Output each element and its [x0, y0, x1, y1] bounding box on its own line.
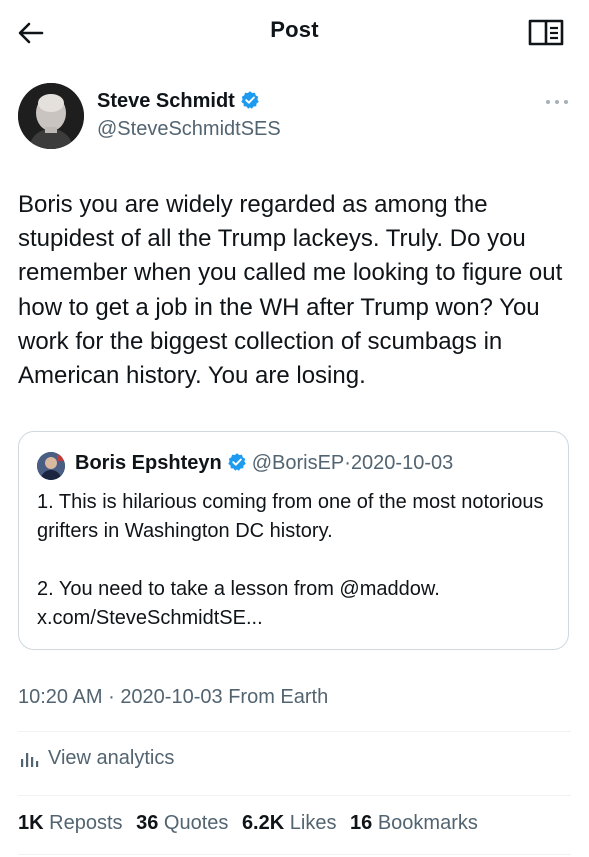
avatar[interactable]	[18, 83, 84, 149]
quote-paragraph-1: 1. This is hilarious coming from one of …	[37, 491, 544, 542]
likes-label: Likes	[289, 812, 337, 834]
open-book-icon	[528, 19, 564, 46]
page-title: Post	[270, 17, 319, 42]
bookmarks-stat[interactable]: 16 Bookmarks	[350, 812, 478, 834]
avatar-image	[18, 83, 84, 149]
divider	[18, 854, 571, 855]
timestamp-separator: ·	[108, 686, 115, 708]
quoted-post-card[interactable]: Boris Epshteyn @BorisEP·2020-10-03 1. Th…	[18, 431, 569, 650]
post-time-link[interactable]: 10:20 AM · 2020-10-03	[18, 686, 223, 708]
divider	[18, 795, 571, 796]
tweet-text: Boris you are widely regarded as among t…	[18, 191, 563, 390]
author-handle[interactable]: @SteveSchmidtSES	[97, 118, 281, 141]
quote-header: Boris Epshteyn @BorisEP·2020-10-03	[75, 452, 453, 475]
quote-avatar	[37, 452, 65, 480]
reposts-label: Reposts	[49, 812, 123, 834]
reposts-count: 1K	[18, 812, 44, 834]
post-time: 10:20 AM	[18, 686, 103, 708]
likes-count: 6.2K	[241, 812, 285, 834]
quotes-stat[interactable]: 36 Quotes	[136, 812, 228, 834]
quote-body: 1. This is hilarious coming from one of …	[37, 488, 552, 633]
verified-badge-icon	[227, 453, 246, 471]
post-timestamp: 10:20 AM · 2020-10-03 From Earth	[18, 686, 328, 709]
reader-mode-button[interactable]	[527, 16, 565, 50]
author-name-text: Steve Schmidt	[97, 90, 235, 112]
more-button[interactable]	[542, 90, 572, 114]
reposts-stat[interactable]: 1K Reposts	[18, 812, 123, 834]
quote-date: 2020-10-03	[350, 452, 454, 474]
quotes-label: Quotes	[163, 812, 229, 834]
view-analytics-label: View analytics	[48, 747, 175, 769]
likes-stat[interactable]: 6.2K Likes	[242, 812, 337, 834]
bookmarks-count: 16	[350, 812, 373, 834]
more-horizontal-icon	[546, 100, 568, 104]
quotes-count: 36	[136, 812, 159, 834]
quote-avatar-image	[37, 452, 65, 480]
view-analytics-button[interactable]: View analytics	[18, 747, 174, 770]
bookmarks-label: Bookmarks	[377, 812, 478, 834]
verified-badge-icon	[241, 91, 259, 109]
bar-chart-icon	[21, 752, 39, 767]
quote-author-name[interactable]: Boris Epshteyn	[75, 452, 222, 474]
quote-paragraph-2: 2. You need to take a lesson from @maddo…	[37, 578, 440, 629]
top-bar: Post	[0, 0, 589, 66]
engagement-stats: 1K Reposts 36 Quotes 6.2K Likes 16 Bookm…	[18, 812, 486, 835]
quote-separator: ·	[344, 452, 351, 474]
quote-author-handle: @BorisEP	[251, 452, 345, 474]
author-name[interactable]: Steve Schmidt	[97, 90, 260, 113]
post-date: 2020-10-03	[120, 686, 223, 708]
post-source: From Earth	[228, 686, 329, 708]
divider	[18, 731, 571, 732]
